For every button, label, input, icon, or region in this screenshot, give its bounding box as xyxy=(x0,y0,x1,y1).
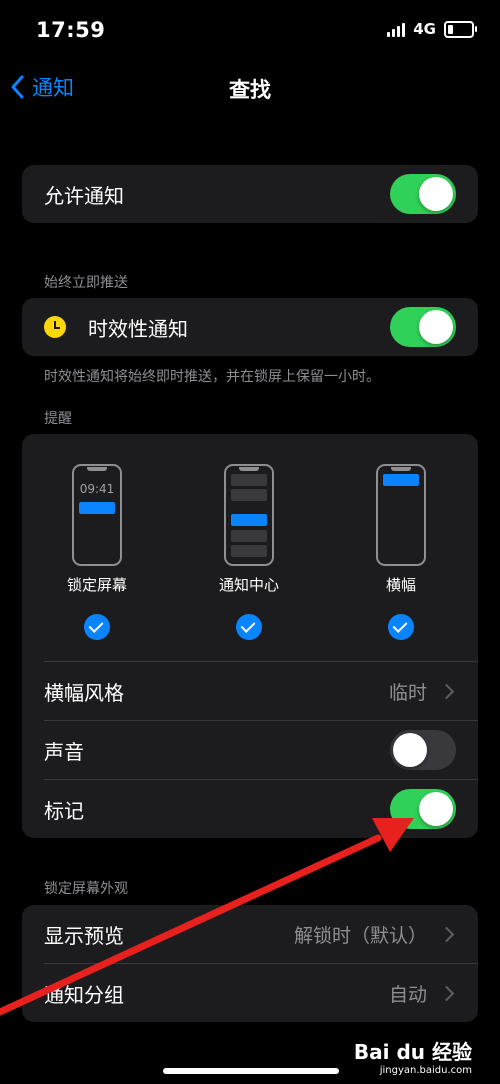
notification-center-checkmark-icon[interactable] xyxy=(236,614,262,640)
notification-grouping-label: 通知分组 xyxy=(44,982,124,1007)
sounds-toggle[interactable] xyxy=(390,730,456,770)
banner-style-value: 临时 xyxy=(388,681,427,704)
watermark-url: jingyan.baidu.com xyxy=(379,1065,472,1076)
lock-screen-label: 锁定屏幕 xyxy=(66,576,127,594)
notification-grouping-value: 自动 xyxy=(388,983,427,1006)
allow-notifications-row: 允许通知 xyxy=(22,165,478,223)
show-previews-value: 解锁时（默认） xyxy=(293,924,427,947)
badges-label: 标记 xyxy=(44,798,84,823)
watermark: Bai du 经验 jingyan.baidu.com xyxy=(354,1036,472,1076)
page-title: 查找 xyxy=(229,78,271,102)
time-sensitive-group: 时效性通知 xyxy=(22,298,478,356)
notification-grouping-row[interactable]: 通知分组 自动 xyxy=(22,964,478,1022)
banner-style-label: 横幅风格 xyxy=(44,680,124,705)
network-type: 4G xyxy=(413,20,436,38)
alert-previews: 09:41 锁定屏幕 通知中心 横幅 xyxy=(22,434,478,661)
preview-clock-text: 09:41 xyxy=(79,482,115,496)
allow-notifications-group: 允许通知 xyxy=(22,165,478,223)
lock-screen-group: 显示预览 解锁时（默认） 通知分组 自动 xyxy=(22,905,478,1022)
signal-icon xyxy=(387,21,406,37)
sounds-label: 声音 xyxy=(44,739,84,764)
section-header-lock-screen: 锁定屏幕外观 xyxy=(44,881,128,897)
section-header-alerts: 提醒 xyxy=(44,411,72,427)
banner-style-row[interactable]: 横幅风格 临时 xyxy=(22,662,478,720)
sounds-row: 声音 xyxy=(22,721,478,779)
clock-icon xyxy=(44,316,66,338)
chevron-right-icon xyxy=(438,683,455,699)
section-header-immediate: 始终立即推送 xyxy=(44,275,128,291)
banners-preview[interactable] xyxy=(376,464,426,566)
status-time: 17:59 xyxy=(36,18,106,42)
alerts-group: 09:41 锁定屏幕 通知中心 横幅 横幅风格 临时 声音 标记 xyxy=(22,434,478,838)
home-indicator[interactable] xyxy=(163,1068,339,1074)
lock-screen-preview[interactable]: 09:41 xyxy=(72,464,122,566)
show-previews-row[interactable]: 显示预览 解锁时（默认） xyxy=(22,905,478,963)
notification-center-label: 通知中心 xyxy=(218,576,279,594)
battery-icon xyxy=(444,20,477,38)
badges-toggle[interactable] xyxy=(390,789,456,829)
allow-notifications-toggle[interactable] xyxy=(390,174,456,214)
watermark-logo: Bai du 经验 xyxy=(353,1040,472,1064)
notification-center-preview[interactable] xyxy=(224,464,274,566)
lock-screen-checkmark-icon[interactable] xyxy=(84,614,110,640)
badges-row: 标记 xyxy=(22,780,478,838)
time-sensitive-toggle[interactable] xyxy=(390,307,456,347)
time-sensitive-footnote: 时效性通知将始终即时推送，并在锁屏上保留一小时。 xyxy=(44,369,380,385)
time-sensitive-label: 时效性通知 xyxy=(88,316,188,341)
show-previews-label: 显示预览 xyxy=(44,923,124,948)
chevron-right-icon xyxy=(438,926,455,942)
time-sensitive-row: 时效性通知 xyxy=(22,298,478,356)
banners-label: 横幅 xyxy=(385,576,416,594)
banners-checkmark-icon[interactable] xyxy=(388,614,414,640)
chevron-right-icon xyxy=(438,985,455,1001)
status-indicators: 4G xyxy=(387,20,477,38)
allow-notifications-label: 允许通知 xyxy=(44,183,124,208)
